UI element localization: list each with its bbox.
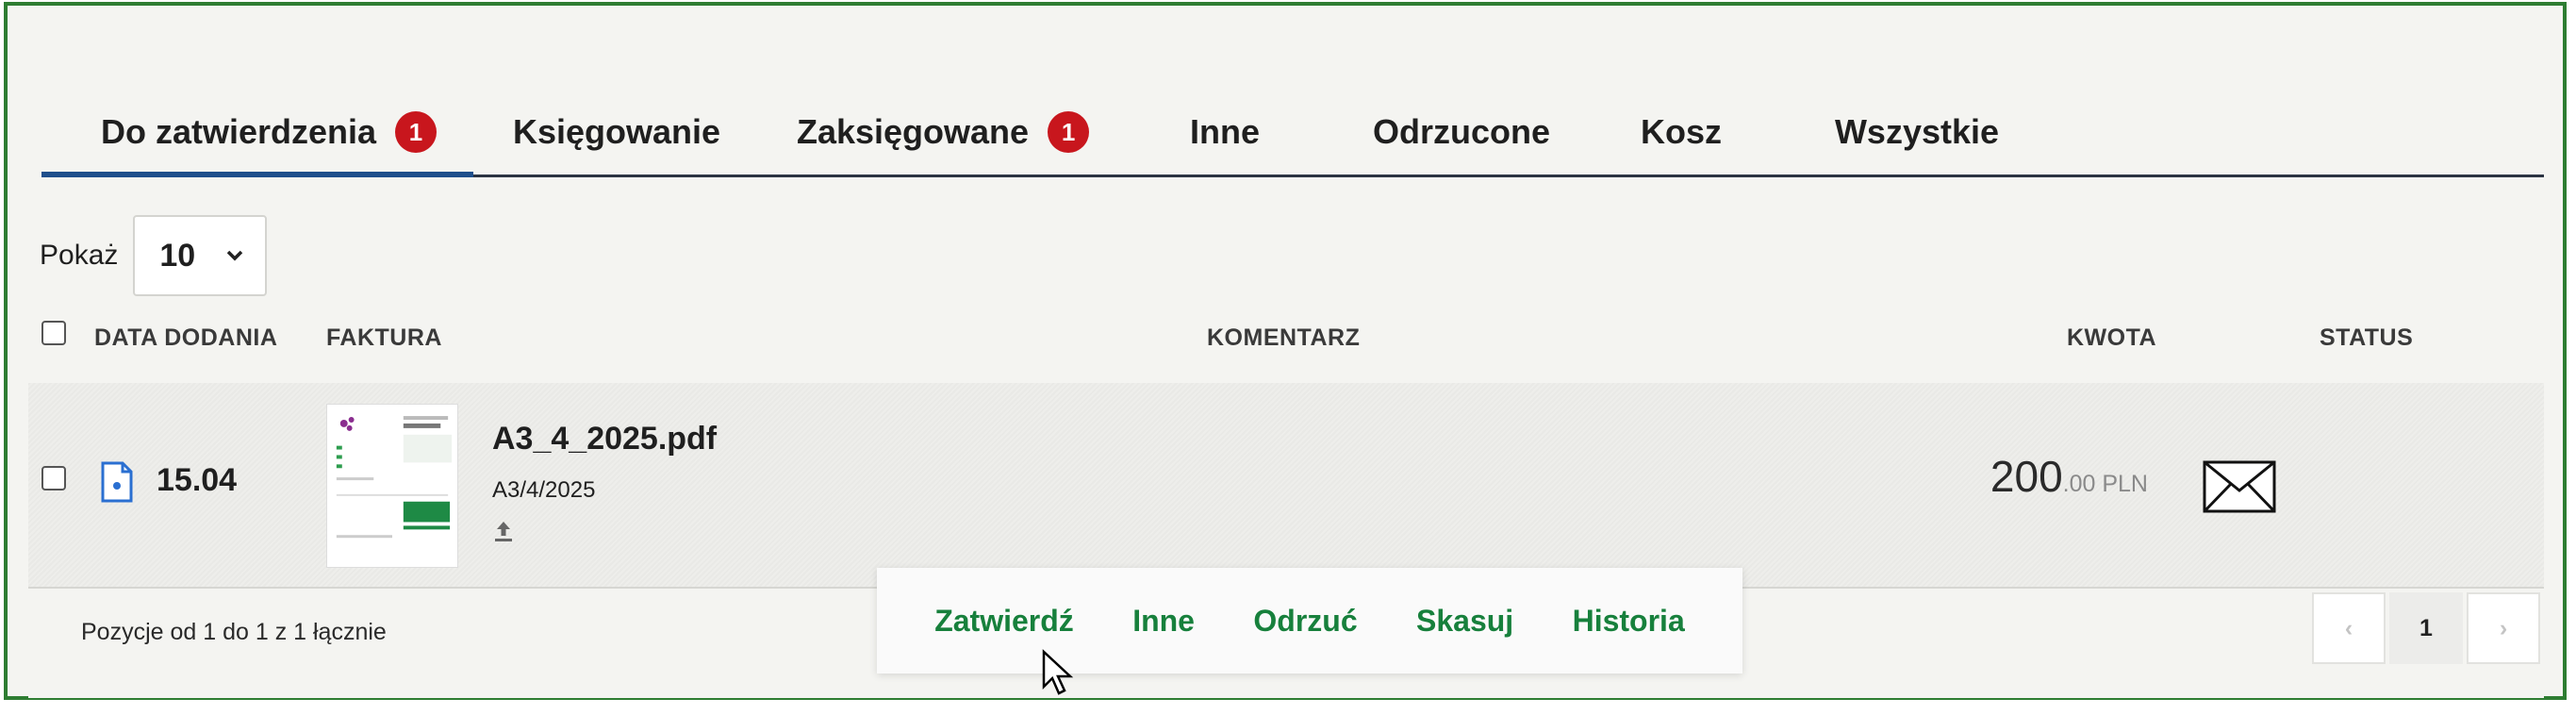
count-badge: 1 xyxy=(395,111,438,153)
history-action[interactable]: Historia xyxy=(1573,604,1685,639)
next-page-button[interactable]: › xyxy=(2467,592,2540,664)
delete-action[interactable]: Skasuj xyxy=(1416,604,1513,639)
tab-bar: Do zatwierdzenia 1 Księgowanie Zaksięgow… xyxy=(41,87,2544,177)
tab-wszystkie[interactable]: Wszystkie xyxy=(1818,87,2016,177)
column-header-amount[interactable]: KWOTA xyxy=(2067,324,2156,352)
tab-zaksiegowane[interactable]: Zaksięgowane 1 xyxy=(754,87,1131,177)
invoice-file-name[interactable]: A3_4_2025.pdf xyxy=(492,421,717,457)
active-tab-indicator xyxy=(41,172,473,177)
row-amount: 200.00 PLN xyxy=(1990,451,2148,502)
select-all-checkbox[interactable] xyxy=(41,321,66,345)
results-summary: Pozycje od 1 do 1 z 1 łącznie xyxy=(81,619,387,645)
previous-page-button[interactable]: ‹ xyxy=(2312,592,2386,664)
mouse-pointer-icon xyxy=(1042,649,1074,695)
tab-kosz[interactable]: Kosz xyxy=(1620,87,1742,177)
page-size-value: 10 xyxy=(159,237,196,274)
column-header-invoice[interactable]: FAKTURA xyxy=(326,324,442,352)
row-checkbox[interactable] xyxy=(41,466,66,491)
row-actions-menu: Zatwierdź Inne Odrzuć Skasuj Historia xyxy=(877,568,1742,673)
tab-inne[interactable]: Inne xyxy=(1164,87,1286,177)
tab-label: Inne xyxy=(1189,112,1260,151)
tab-odrzucone[interactable]: Odrzucone xyxy=(1348,87,1575,177)
invoice-thumbnail[interactable] xyxy=(326,404,458,568)
tab-label: Księgowanie xyxy=(512,112,721,151)
app-frame: Do zatwierdzenia 1 Księgowanie Zaksięgow… xyxy=(4,2,2567,700)
table-row[interactable]: 15.04 A3_4_2025.pdf A3/4/2025 200.00 PLN xyxy=(28,383,2544,589)
approve-action[interactable]: Zatwierdź xyxy=(934,604,1074,639)
envelope-icon[interactable] xyxy=(2203,460,2276,513)
other-action[interactable]: Inne xyxy=(1132,604,1195,639)
tab-label: Odrzucone xyxy=(1372,112,1550,151)
document-icon[interactable] xyxy=(100,460,134,504)
tab-do-zatwierdzenia[interactable]: Do zatwierdzenia 1 xyxy=(64,87,473,177)
tab-label: Do zatwierdzenia xyxy=(100,112,377,151)
tab-label: Zaksięgowane xyxy=(796,112,1030,151)
tab-label: Kosz xyxy=(1640,112,1722,151)
tab-ksiegowanie[interactable]: Księgowanie xyxy=(485,87,749,177)
column-header-status[interactable]: STATUS xyxy=(2320,324,2413,352)
amount-value: 200 xyxy=(1990,452,2063,501)
page-size-label: Pokaż xyxy=(40,240,119,271)
upload-icon[interactable] xyxy=(492,519,515,543)
documents-panel: Do zatwierdzenia 1 Księgowanie Zaksięgow… xyxy=(28,6,2544,698)
page-1-button[interactable]: 1 xyxy=(2389,592,2463,664)
pagination: ‹ 1 › xyxy=(2312,592,2540,664)
column-header-date[interactable]: DATA DODANIA xyxy=(94,324,277,352)
chevron-down-icon xyxy=(227,250,243,261)
count-badge: 1 xyxy=(1048,111,1090,153)
page-size-select[interactable]: 10 xyxy=(133,215,268,296)
row-date: 15.04 xyxy=(157,462,238,498)
table-header: DATA DODANIA FAKTURA KOMENTARZ KWOTA STA… xyxy=(28,308,2544,368)
page-size-control: Pokaż 10 xyxy=(40,213,268,298)
reject-action[interactable]: Odrzuć xyxy=(1253,604,1357,639)
amount-cents-currency: .00 PLN xyxy=(2062,471,2148,497)
invoice-number: A3/4/2025 xyxy=(492,477,596,503)
column-header-comment[interactable]: KOMENTARZ xyxy=(1207,324,1360,352)
tab-label: Wszystkie xyxy=(1834,112,2000,151)
